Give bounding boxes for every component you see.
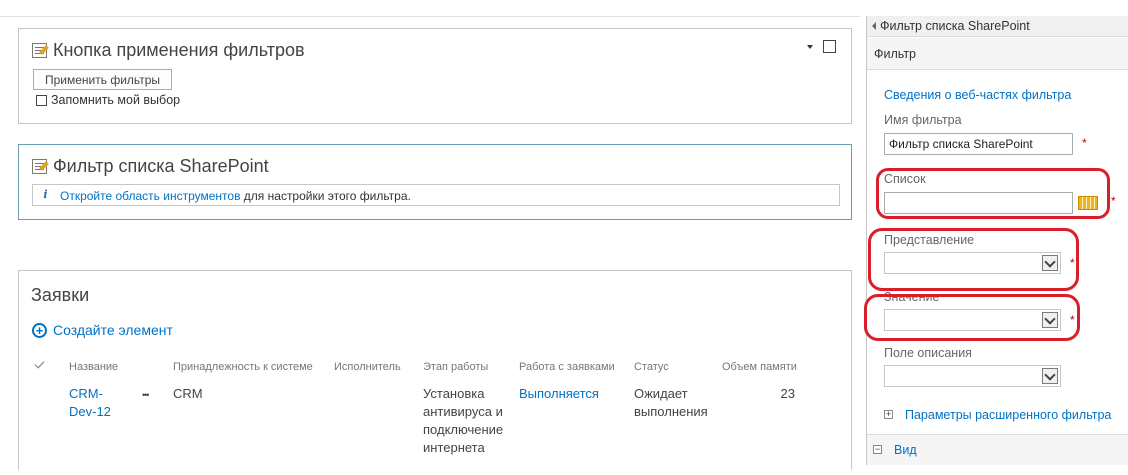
collapse-minus-icon[interactable]: − [873,445,882,454]
filter-name-label: Имя фильтра [884,113,962,127]
required-mark: * [1070,256,1075,270]
top-divider [0,16,860,17]
item-title-line: CRM- [69,386,103,401]
item-stage-line: антивируса и [423,404,503,419]
description-field-select[interactable] [884,365,1061,387]
description-field-label: Поле описания [884,346,972,360]
view-section-link[interactable]: Вид [894,443,917,457]
item-status-line: Ожидает [634,386,688,401]
chevron-down-icon[interactable] [1042,255,1058,271]
webpart-select-checkbox[interactable] [823,40,836,53]
item-stage-line: подключение [423,422,504,437]
column-header-stage[interactable]: Этап работы [423,361,488,373]
webpart-filter-icon [32,43,47,58]
webpart-filter-icon [32,159,47,174]
item-stage-line: интернета [423,440,485,455]
info-icon: i [43,188,48,201]
item-status: Ожидает выполнения [634,385,708,421]
column-header-name[interactable]: Название [69,361,118,373]
chevron-down-icon[interactable] [1042,312,1058,328]
list-picker-icon[interactable] [1078,196,1098,210]
select-all-check-icon[interactable] [34,358,45,369]
add-item-icon[interactable]: + [32,323,47,338]
open-tool-pane-link[interactable]: Откройте область инструментов [60,189,240,203]
info-bar: i Откройте область инструментов для наст… [32,184,840,206]
chevron-down-icon[interactable] [1042,368,1058,384]
tool-pane-header: Фильтр списка SharePoint [867,16,1128,37]
required-mark: * [1070,313,1075,327]
column-header-executor[interactable]: Исполнитель [334,361,401,373]
item-title-link[interactable]: CRM- Dev-12 [69,385,111,421]
filter-name-input[interactable] [884,133,1073,155]
column-header-workflow[interactable]: Работа с заявками [519,361,615,373]
webpart-title: Кнопка применения фильтров [53,40,305,60]
apply-filters-webpart: Кнопка применения фильтров Применить фил… [18,28,852,124]
required-mark: * [1111,194,1116,208]
filter-info-link[interactable]: Сведения о веб-частях фильтра [884,88,1071,102]
webpart-menu-arrow-icon[interactable] [807,45,813,49]
info-text: для настройки этого фильтра. [240,189,411,203]
column-header-status[interactable]: Статус [634,361,669,373]
collapse-arrow-icon[interactable] [872,22,876,30]
item-menu-ellipsis[interactable]: ••• [142,386,150,404]
view-label: Представление [884,233,975,247]
table-row: CRM- Dev-12 ••• CRM Установка антивируса… [19,385,853,475]
info-message: Откройте область инструментов для настро… [60,189,411,203]
item-stage-line: Установка [423,386,485,401]
apply-filters-button[interactable]: Применить фильтры [33,69,172,90]
remember-choice-checkbox[interactable] [36,95,47,106]
expand-plus-icon[interactable]: + [884,410,893,419]
view-section-header: − Вид [867,434,1128,465]
view-select[interactable] [884,252,1061,274]
item-title-line: Dev-12 [69,404,111,419]
column-header-system[interactable]: Принадлежность к системе [173,361,313,373]
remember-choice-label: Запомнить мой выбор [51,93,181,107]
tool-pane-title: Фильтр списка SharePoint [880,19,1030,33]
item-status-line: выполнения [634,404,708,419]
item-workflow-link[interactable]: Выполняется [519,385,599,403]
list-webpart: Заявки + Создайте элемент Название Прина… [18,270,852,470]
item-system: CRM [173,386,203,401]
item-memory: 23 [780,386,795,401]
column-header-memory[interactable]: Объем памяти [722,361,797,373]
new-item-link[interactable]: Создайте элемент [53,322,173,338]
list-label: Список [884,172,926,186]
sp-list-filter-webpart: Фильтр списка SharePoint i Откройте обла… [18,144,852,220]
webpart-title: Фильтр списка SharePoint [53,156,269,176]
value-select[interactable] [884,309,1061,331]
tool-pane: Фильтр списка SharePoint Фильтр Сведения… [866,16,1128,465]
list-title: Заявки [31,285,90,305]
filter-section-title: Фильтр [874,47,916,61]
item-stage: Установка антивируса и подключение интер… [423,385,503,457]
list-input[interactable] [884,192,1073,214]
filter-section-header: Фильтр [867,38,1128,70]
required-mark: * [1082,136,1087,150]
value-label: Значение [884,290,940,304]
advanced-filter-link[interactable]: Параметры расширенного фильтра [905,408,1111,422]
